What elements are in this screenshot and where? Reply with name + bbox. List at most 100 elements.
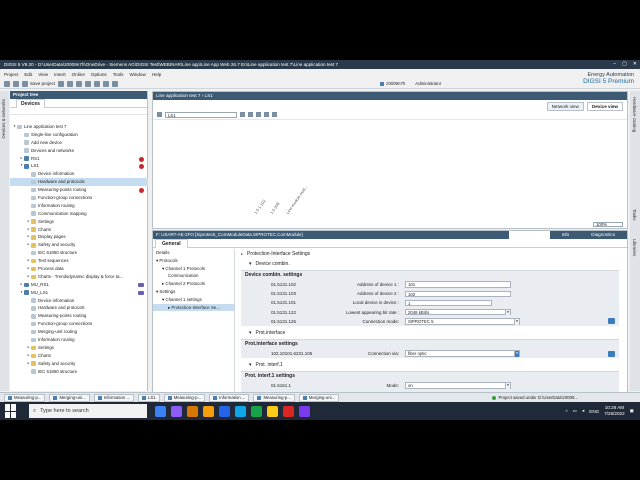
menu-item-view[interactable]: View — [38, 70, 48, 79]
chevron-down-icon[interactable]: ▾ — [505, 309, 510, 316]
taskbar-app-icon[interactable] — [171, 405, 182, 417]
network-icon[interactable]: ▭ — [573, 408, 577, 414]
tree-item[interactable]: Information routing — [10, 202, 148, 210]
properties-nav-item[interactable]: ▾ Protocols — [153, 257, 234, 265]
device-select[interactable]: LS1 — [165, 111, 237, 118]
taskbar-app-icon[interactable] — [299, 405, 310, 417]
editor-tab[interactable]: Information ... — [93, 393, 135, 402]
diagnostics-tab[interactable]: Diagnostics — [581, 231, 625, 239]
copy-icon[interactable] — [76, 80, 83, 87]
properties-nav-item[interactable]: ▸ Channel 2 Protocols — [153, 280, 234, 288]
tree-item[interactable]: ▸ MU_RS1 — [10, 281, 148, 289]
tree-item[interactable]: IEC 61850 structure — [10, 249, 148, 257]
editor-tab[interactable]: Merging-uni... — [298, 393, 340, 402]
chevron-down-icon[interactable]: ▾ — [514, 351, 519, 357]
tree-item[interactable]: Merging-unit routing — [10, 328, 148, 336]
taskbar-app-icon[interactable] — [187, 405, 198, 417]
new-project-icon[interactable] — [4, 80, 10, 87]
volume-icon[interactable]: ◂ — [582, 408, 584, 414]
print-icon[interactable] — [58, 80, 65, 87]
grid-icon[interactable] — [240, 112, 245, 117]
setting-select[interactable]: SIPROTEC 5 ▾ — [405, 318, 520, 325]
taskbar-app-icon[interactable] — [203, 405, 214, 417]
tree-item[interactable]: Device information — [10, 297, 148, 305]
notifications-icon[interactable]: ▣ — [630, 408, 634, 414]
setting-select[interactable]: on ▾ — [405, 382, 511, 389]
editor-tab[interactable]: Information ... — [209, 393, 250, 402]
help-icon[interactable] — [608, 318, 615, 325]
taskbar-app-icon[interactable] — [267, 405, 278, 417]
save-project-button[interactable]: Save project — [22, 80, 55, 87]
tree-item[interactable]: Devices and networks — [10, 147, 148, 155]
undo-icon[interactable] — [103, 80, 110, 87]
taskbar-app-icon[interactable] — [155, 405, 166, 417]
section-header[interactable]: ▸ Protection-Interface Settings — [237, 249, 627, 259]
tree-item[interactable]: IEC 61850 structure — [10, 368, 148, 376]
close-button[interactable]: ✕ — [633, 60, 637, 69]
properties-tab[interactable]: Properties — [508, 231, 550, 239]
tree-item[interactable]: ▸ RS1 — [10, 155, 148, 163]
tree-item[interactable]: ▸ Charts — [10, 352, 148, 360]
open-project-icon[interactable] — [13, 80, 19, 87]
tree-item[interactable]: Measuring-points routing — [10, 186, 148, 194]
group-header[interactable]: ▾ Device combin. — [237, 259, 627, 269]
taskbar-app-icon[interactable] — [251, 405, 262, 417]
zoom-out-icon[interactable] — [272, 112, 277, 117]
setting-input[interactable]: 1 — [405, 299, 492, 307]
tree-item[interactable]: ▾ Line application test 7 — [10, 123, 148, 131]
tree-item[interactable]: Function-group connections — [10, 194, 148, 202]
taskbar-app-icon[interactable] — [283, 405, 294, 417]
menu-item-edit[interactable]: Edit — [24, 70, 32, 79]
tree-item[interactable]: ▸ Safety and security — [10, 360, 148, 368]
hardware-catalog-tab[interactable]: Hardware catalog — [632, 97, 637, 132]
tree-item[interactable]: Add new device — [10, 139, 148, 147]
tree-item[interactable]: Hardware and protocols — [10, 178, 148, 187]
properties-nav-item[interactable]: ▾ Channel 1 settings — [153, 296, 234, 304]
maximize-button[interactable]: ▢ — [622, 60, 627, 69]
libraries-tab[interactable]: Libraries — [632, 239, 637, 256]
devices-tab[interactable]: Devices — [16, 99, 45, 108]
chevron-down-icon[interactable]: ▾ — [505, 383, 510, 389]
editor-tab[interactable]: Measuring-p... — [4, 393, 46, 402]
delete-icon[interactable] — [94, 80, 101, 87]
editor-tab[interactable]: Merging-uni... — [49, 393, 90, 402]
menu-item-online[interactable]: Online — [72, 70, 85, 79]
tree-item[interactable]: Single-line configuration — [10, 131, 148, 139]
tree-item[interactable]: ▾ MU_LS1 — [10, 289, 148, 297]
tree-item[interactable]: Communication mapping — [10, 210, 148, 218]
help-icon[interactable] — [608, 350, 615, 357]
tree-item[interactable]: ▸ Safety and security — [10, 241, 148, 249]
minimize-button[interactable]: – — [613, 60, 616, 69]
setting-input[interactable]: 102 — [405, 290, 511, 298]
setting-select[interactable]: 2048 kBit/s ▾ — [405, 308, 511, 316]
tree-item[interactable]: Hardware and protocols — [10, 304, 148, 312]
group-header[interactable]: ▾ Prot. interf.1 — [237, 360, 627, 370]
tree-item[interactable]: ▾ LS1 — [10, 162, 148, 170]
paste-icon[interactable] — [85, 80, 92, 87]
redo-icon[interactable] — [112, 80, 119, 87]
tree-item[interactable]: ▸ Settings — [10, 218, 148, 226]
tree-item[interactable]: Device information — [10, 170, 148, 178]
chevron-up-icon[interactable]: ^ — [565, 409, 567, 414]
tree-item[interactable]: Function-group connections — [10, 320, 148, 328]
editor-tab[interactable]: Measuring-p... — [163, 393, 206, 402]
general-tab[interactable]: General — [155, 239, 188, 248]
taskbar-app-icon[interactable] — [235, 405, 246, 417]
info-tab[interactable]: Info — [552, 231, 580, 239]
tree-item[interactable]: ▸ Test sequences — [10, 257, 148, 265]
tasks-tab[interactable]: Tasks — [632, 209, 637, 221]
group-header[interactable]: ▾ Prot.interface — [237, 328, 627, 338]
devices-networks-tab[interactable]: Devices & networks — [1, 99, 6, 139]
editor-tab[interactable]: LS1 — [138, 393, 160, 402]
menu-item-help[interactable]: Help — [152, 70, 161, 79]
zoom-in-icon[interactable] — [264, 112, 269, 117]
table-icon[interactable] — [248, 112, 253, 117]
taskbar-app-icon[interactable] — [219, 405, 230, 417]
menu-item-tools[interactable]: Tools — [113, 70, 124, 79]
language-indicator[interactable]: ENG — [589, 409, 599, 414]
pointer-icon[interactable] — [157, 112, 162, 117]
editor-tab[interactable]: Measuring-p... — [253, 393, 295, 402]
menu-item-insert[interactable]: Insert — [54, 70, 66, 79]
cut-icon[interactable] — [67, 80, 74, 87]
network-view-tab[interactable]: Network view — [546, 102, 584, 111]
